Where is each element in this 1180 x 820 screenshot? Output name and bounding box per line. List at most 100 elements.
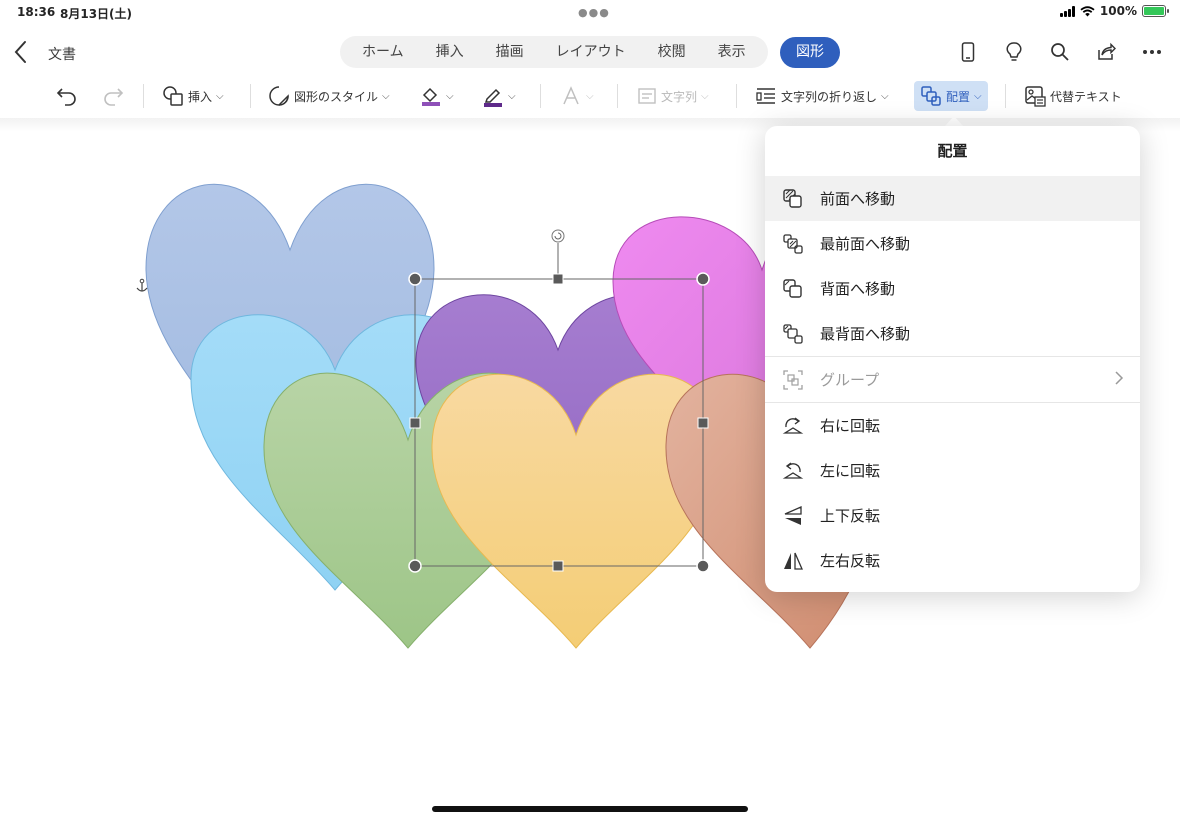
redo-icon: [104, 88, 124, 106]
shapes-icon: [163, 86, 183, 106]
text-effects-button[interactable]: ⌵: [560, 78, 594, 114]
undo-button[interactable]: [56, 78, 78, 114]
menu-item-label: 右に回転: [820, 417, 881, 435]
arrange-menu-title: 配置: [937, 142, 968, 160]
menu-item-label: グループ: [820, 371, 880, 389]
toolbar-divider: [250, 84, 251, 108]
menu-item-flip-vertical[interactable]: 上下反転: [765, 493, 1140, 538]
tab-review[interactable]: 校閲: [642, 36, 702, 68]
arrange-label: 配置: [946, 89, 971, 104]
share-icon: [1098, 42, 1116, 60]
battery-percent: 100%: [1099, 4, 1137, 18]
insert-shape-label: 挿入: [188, 89, 213, 104]
resize-handle-top[interactable]: [552, 273, 564, 285]
menu-item-send-to-back[interactable]: 最背面へ移動: [765, 311, 1140, 356]
undo-icon: [56, 88, 76, 106]
arrange-icon: [921, 86, 941, 106]
menu-item-rotate-left[interactable]: 左に回転: [765, 448, 1140, 493]
lightbulb-icon: [1006, 42, 1022, 61]
shape-outline-button[interactable]: ⌵: [482, 78, 516, 114]
chevron-down-icon: ⌵: [446, 90, 454, 102]
send-backward-icon: [781, 277, 805, 301]
chevron-down-icon: ⌵: [881, 90, 889, 102]
menu-item-label: 最背面へ移動: [820, 325, 911, 343]
status-bar: 18:36 8月13日(土) ●●● 100%: [0, 0, 1180, 24]
search-button[interactable]: [1042, 38, 1078, 66]
alt-text-icon: [1025, 86, 1046, 107]
group-icon: [781, 368, 805, 392]
menu-item-label: 左に回転: [820, 462, 881, 480]
resize-handle-left[interactable]: [409, 417, 421, 429]
menu-item-bring-forward[interactable]: 前面へ移動: [765, 176, 1140, 221]
menu-item-rotate-right[interactable]: 右に回転: [765, 403, 1140, 448]
resize-handle-right[interactable]: [697, 417, 709, 429]
toolbar-divider: [540, 84, 541, 108]
text-columns-label: 文字列: [661, 89, 698, 104]
insert-shape-button[interactable]: 挿入 ⌵: [162, 78, 224, 114]
ideas-button[interactable]: [996, 38, 1032, 66]
nav-actions: [950, 38, 1170, 66]
top-navigation: 文書 ホーム 挿入 描画 レイアウト 校閲 表示 図形: [0, 30, 1180, 74]
tab-layout[interactable]: レイアウト: [540, 36, 642, 68]
toolbar-divider: [617, 84, 618, 108]
flip-vertical-icon: [781, 504, 805, 528]
text-box-icon: [638, 88, 656, 104]
more-icon: [1143, 50, 1161, 54]
resize-handle-bottom-right[interactable]: [696, 559, 710, 573]
toolbar-divider: [1005, 84, 1006, 108]
resize-handle-bottom[interactable]: [552, 560, 564, 572]
toolbar-divider: [143, 84, 144, 108]
resize-handle-bottom-left[interactable]: [408, 559, 422, 573]
cellular-signal-icon: [1059, 5, 1075, 17]
redo-button[interactable]: [102, 78, 124, 114]
menu-item-label: 左右反転: [820, 552, 881, 570]
document-title[interactable]: 文書: [48, 44, 76, 64]
send-to-back-icon: [781, 322, 805, 346]
bring-to-front-icon: [781, 232, 805, 256]
toolbar-divider: [736, 84, 737, 108]
phone-icon: [961, 42, 975, 62]
share-button[interactable]: [1088, 38, 1124, 66]
wrap-text-icon: [756, 88, 775, 104]
chevron-down-icon: ⌵: [586, 90, 594, 102]
menu-item-send-backward[interactable]: 背面へ移動: [765, 266, 1140, 311]
rotate-right-icon: [781, 414, 805, 438]
chevron-right-icon: [1114, 370, 1124, 390]
status-time: 18:36: [17, 5, 56, 19]
arrange-button[interactable]: 配置 ⌵: [914, 81, 988, 111]
rotate-left-icon: [781, 459, 805, 483]
shape-toolbar: 挿入 ⌵ 図形のスタイル ⌵ ⌵ ⌵ ⌵ 文字列 ⌵ 文字列の折り返し ⌵ 配置…: [0, 78, 1180, 114]
shape-fill-button[interactable]: ⌵: [420, 78, 454, 114]
flip-horizontal-icon: [781, 549, 805, 573]
more-button[interactable]: [1134, 38, 1170, 66]
resize-handle-top-right[interactable]: [696, 272, 710, 286]
resize-handle-top-left[interactable]: [408, 272, 422, 286]
rotate-handle[interactable]: [551, 229, 565, 243]
tab-shape[interactable]: 図形: [780, 37, 840, 68]
menu-item-label: 上下反転: [820, 507, 881, 525]
pen-icon: [484, 88, 502, 107]
home-indicator[interactable]: [432, 806, 748, 812]
back-button[interactable]: [10, 39, 32, 65]
tab-view[interactable]: 表示: [702, 36, 762, 68]
ribbon-tabs: ホーム 挿入 描画 レイアウト 校閲 表示: [340, 36, 768, 68]
bring-forward-icon: [781, 187, 805, 211]
text-columns-button[interactable]: 文字列 ⌵: [637, 78, 709, 114]
multitask-dots-icon[interactable]: ●●●: [578, 6, 610, 19]
chevron-down-icon: ⌵: [974, 90, 982, 102]
anchor-icon: [136, 278, 148, 292]
shape-style-button[interactable]: 図形のスタイル ⌵: [268, 78, 390, 114]
tab-draw[interactable]: 描画: [480, 36, 540, 68]
menu-item-group[interactable]: グループ: [765, 357, 1140, 402]
alt-text-button[interactable]: 代替テキスト: [1024, 78, 1122, 114]
wrap-text-button[interactable]: 文字列の折り返し ⌵: [755, 78, 889, 114]
text-effects-icon: [563, 86, 579, 105]
chevron-down-icon: ⌵: [508, 90, 516, 102]
menu-item-bring-to-front[interactable]: 最前面へ移動: [765, 221, 1140, 266]
menu-item-flip-horizontal[interactable]: 左右反転: [765, 538, 1140, 583]
tab-insert[interactable]: 挿入: [420, 36, 480, 68]
search-icon: [1051, 43, 1069, 61]
tab-home[interactable]: ホーム: [346, 36, 420, 68]
mobile-view-button[interactable]: [950, 38, 986, 66]
arrange-menu: 配置 前面へ移動 最前面へ移動 背面へ移動 最背面へ移動 グループ 右に回転 左…: [765, 126, 1140, 592]
